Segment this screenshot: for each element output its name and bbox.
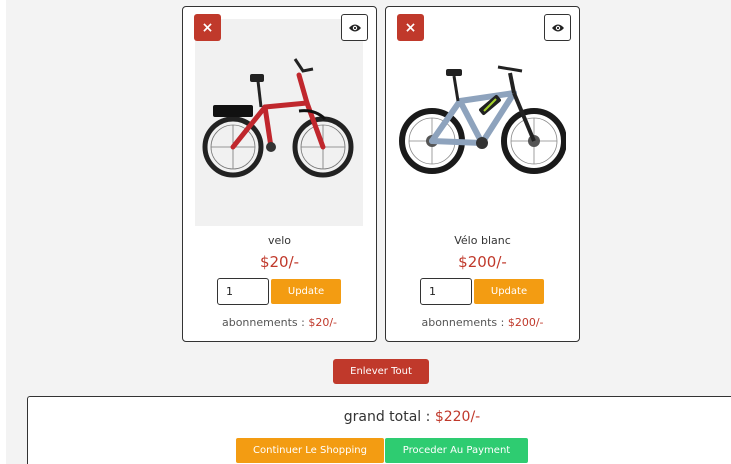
update-button[interactable]: Update	[474, 279, 544, 304]
update-button[interactable]: Update	[271, 279, 341, 304]
product-image	[195, 19, 363, 226]
grand-total-value: $220/-	[434, 409, 481, 425]
close-icon: ×	[404, 19, 417, 36]
subtotal-value: $200/-	[507, 316, 544, 329]
product-card-velo: × velo $20/- Update abonnements : $20/-	[182, 6, 377, 342]
item-subtotal: abonnements : $200/-	[386, 316, 579, 329]
continue-shopping-button[interactable]: Continuer Le Shopping	[236, 438, 384, 463]
product-image	[398, 19, 567, 226]
grand-total-label: grand total :	[343, 409, 431, 425]
product-price: $200/-	[458, 253, 507, 271]
remove-item-button[interactable]: ×	[194, 14, 221, 41]
item-subtotal: abonnements : $20/-	[183, 316, 376, 329]
subtotal-label: abonnements :	[421, 316, 505, 329]
eye-icon	[551, 24, 564, 31]
remove-all-button[interactable]: Enlever Tout	[333, 359, 429, 384]
eye-icon	[348, 24, 361, 31]
grand-total: grand total : $220/-	[28, 409, 731, 425]
subtotal-value: $20/-	[308, 316, 338, 329]
product-card-velo-blanc: × Vélo blanc $200/- Update abonnements :…	[385, 6, 580, 342]
subtotal-label: abonnements :	[221, 316, 305, 329]
view-item-button[interactable]	[544, 14, 571, 41]
cart-total-panel: grand total : $220/- Continuer Le Shoppi…	[27, 396, 731, 464]
product-name: Vélo blanc	[454, 234, 511, 247]
quantity-input[interactable]	[217, 278, 269, 305]
quantity-input[interactable]	[420, 278, 472, 305]
grey-electric-mtb-image	[399, 65, 567, 174]
red-folding-bike-image	[202, 58, 354, 178]
remove-item-button[interactable]: ×	[397, 14, 424, 41]
view-item-button[interactable]	[341, 14, 368, 41]
proceed-to-payment-button[interactable]: Proceder Au Payment	[385, 438, 528, 463]
close-icon: ×	[201, 19, 214, 36]
product-name: velo	[267, 234, 292, 247]
product-price: $20/-	[259, 253, 300, 271]
